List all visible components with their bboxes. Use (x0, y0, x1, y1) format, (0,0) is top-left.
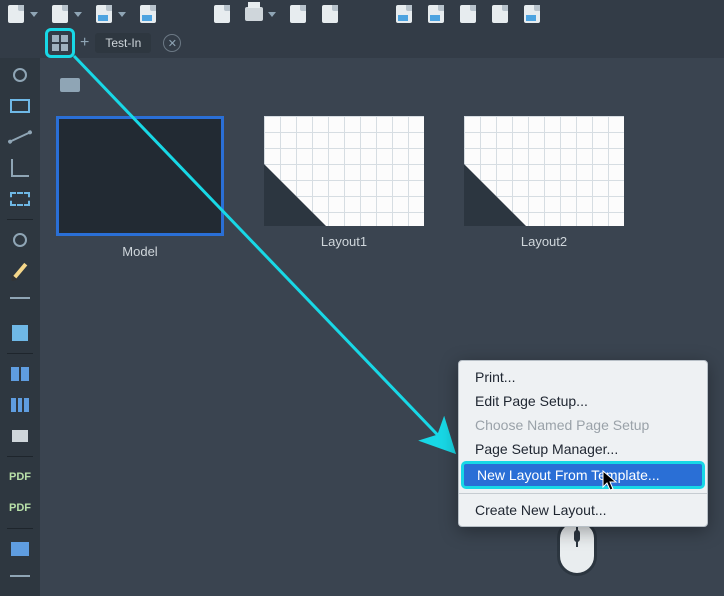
ctx-separator (459, 493, 707, 494)
doc-g-button[interactable] (490, 4, 510, 24)
settings-gear-2-icon[interactable] (6, 227, 34, 253)
tab-row: + Test-In ✕ (0, 28, 724, 58)
ctx-edit-page-setup[interactable]: Edit Page Setup... (459, 389, 707, 413)
left-tool-palette: PDF PDF (0, 58, 40, 596)
top-toolbar (0, 0, 724, 28)
close-tab-button[interactable]: ✕ (163, 34, 181, 52)
pdf-b-tool[interactable]: PDF (6, 495, 34, 521)
thumbnail-layout2[interactable] (464, 116, 624, 226)
properties-tool[interactable] (6, 536, 34, 562)
ctx-choose-named-page-setup: Choose Named Page Setup (459, 413, 707, 437)
doc-f-button[interactable] (458, 4, 478, 24)
tab-test-in[interactable]: Test-In (95, 33, 151, 53)
doc-c-button[interactable] (320, 4, 340, 24)
context-menu: Print... Edit Page Setup... Choose Named… (458, 360, 708, 527)
crop-tool[interactable] (6, 155, 34, 181)
file-save-button[interactable] (94, 4, 126, 24)
thumbnail-row: Model Layout1 Layout2 (56, 116, 724, 259)
thumbnail-layout1[interactable] (264, 116, 424, 226)
measure-tool[interactable] (6, 567, 34, 593)
tag-tool[interactable] (6, 423, 34, 449)
mouse-icon (557, 520, 597, 576)
add-tab-button[interactable]: + (80, 34, 89, 52)
thumbnail-layout2-label: Layout2 (521, 234, 567, 249)
thumbnail-layout1-label: Layout1 (321, 234, 367, 249)
file-new-button[interactable] (6, 4, 38, 24)
doc-b-button[interactable] (288, 4, 308, 24)
folder-up-icon[interactable] (60, 78, 80, 92)
selection-tool[interactable] (6, 186, 34, 212)
thumbnail-model-label: Model (122, 244, 157, 259)
blocks-b-tool[interactable] (6, 392, 34, 418)
doc-e-button[interactable] (426, 4, 446, 24)
settings-gear-icon[interactable] (6, 62, 34, 88)
file-saveall-button[interactable] (138, 4, 158, 24)
print-button[interactable] (244, 4, 276, 24)
thumbnail-model[interactable] (56, 116, 224, 236)
pencil-tool[interactable] (6, 258, 34, 284)
file-open-button[interactable] (50, 4, 82, 24)
ctx-create-new-layout[interactable]: Create New Layout... (459, 498, 707, 522)
line-tool[interactable] (6, 124, 34, 150)
dimension-tool[interactable] (6, 289, 34, 315)
solid-tool[interactable] (6, 320, 34, 346)
ctx-page-setup-manager[interactable]: Page Setup Manager... (459, 437, 707, 461)
doc-h-button[interactable] (522, 4, 542, 24)
rectangle-tool[interactable] (6, 93, 34, 119)
doc-a-button[interactable] (212, 4, 232, 24)
blocks-a-tool[interactable] (6, 361, 34, 387)
layout-tiles-button[interactable] (45, 28, 75, 58)
doc-d-button[interactable] (394, 4, 414, 24)
pdf-a-tool[interactable]: PDF (6, 464, 34, 490)
ctx-new-layout-from-template[interactable]: New Layout From Template... (461, 461, 705, 489)
ctx-print[interactable]: Print... (459, 365, 707, 389)
